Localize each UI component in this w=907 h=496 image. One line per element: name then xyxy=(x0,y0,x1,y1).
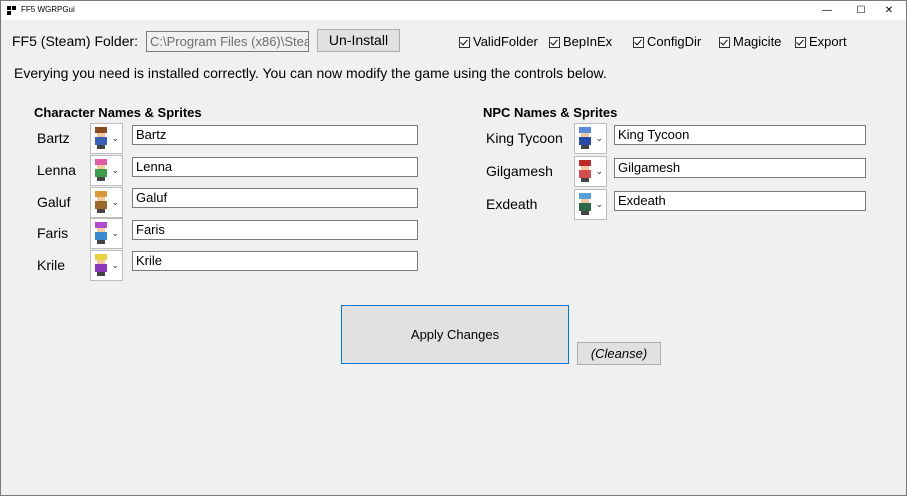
uninstall-button[interactable]: Un-Install xyxy=(317,29,400,52)
character-label-faris: Faris xyxy=(37,225,69,241)
export-label: Export xyxy=(809,34,847,49)
chevron-down-icon: ⌄ xyxy=(595,166,603,176)
main-window: FF5 WGRPGui — ☐ ✕ FF5 (Steam) Folder: C:… xyxy=(0,0,907,496)
sprite-select-exdeath[interactable]: ⌄ xyxy=(574,189,607,220)
checkbox-check-icon xyxy=(633,37,644,48)
valid-folder-label: ValidFolder xyxy=(473,34,538,49)
npc-section-header: NPC Names & Sprites xyxy=(483,105,618,120)
chevron-down-icon: ⌄ xyxy=(595,199,603,209)
character-label-galuf: Galuf xyxy=(37,194,71,210)
galuf-sprite-icon xyxy=(95,191,107,213)
window-title: FF5 WGRPGui xyxy=(21,5,75,14)
chevron-down-icon: ⌄ xyxy=(111,260,119,270)
magicite-label: Magicite xyxy=(733,34,782,49)
minimize-button[interactable]: — xyxy=(810,1,844,20)
close-button[interactable]: ✕ xyxy=(872,1,906,20)
checkbox-check-icon xyxy=(549,37,560,48)
folder-path-field[interactable]: C:\Program Files (x86)\Steam\steamapps\c… xyxy=(146,31,309,52)
sprite-select-gilgamesh[interactable]: ⌄ xyxy=(574,156,607,187)
npc-label-exdeath: Exdeath xyxy=(486,196,538,212)
sprite-select-galuf[interactable]: ⌄ xyxy=(90,187,123,218)
folder-label: FF5 (Steam) Folder: xyxy=(12,33,139,49)
chevron-down-icon: ⌄ xyxy=(595,133,603,143)
npc-name-input-gilgamesh[interactable]: Gilgamesh xyxy=(614,158,866,178)
character-name-input-bartz[interactable]: Bartz xyxy=(132,125,418,145)
king-tycoon-sprite-icon xyxy=(579,127,591,149)
character-label-krile: Krile xyxy=(37,257,66,273)
character-name-input-galuf[interactable]: Galuf xyxy=(132,188,418,208)
apply-changes-button[interactable]: Apply Changes xyxy=(341,305,569,364)
bepinex-label: BepInEx xyxy=(563,34,613,49)
title-bar[interactable]: FF5 WGRPGui — ☐ ✕ xyxy=(1,1,906,20)
character-label-bartz: Bartz xyxy=(37,130,70,146)
npc-label-gilgamesh: Gilgamesh xyxy=(486,163,553,179)
faris-sprite-icon xyxy=(95,222,107,244)
sprite-select-king-tycoon[interactable]: ⌄ xyxy=(574,123,607,154)
status-message: Everying you need is installed correctly… xyxy=(14,65,607,81)
checkbox-check-icon xyxy=(795,37,806,48)
chevron-down-icon: ⌄ xyxy=(111,133,119,143)
config-dir-label: ConfigDir xyxy=(647,34,702,49)
character-label-lenna: Lenna xyxy=(37,162,76,178)
npc-name-input-exdeath[interactable]: Exdeath xyxy=(614,191,866,211)
chevron-down-icon: ⌄ xyxy=(111,228,119,238)
checkbox-check-icon xyxy=(459,37,470,48)
cleanse-button[interactable]: (Cleanse) xyxy=(577,342,661,365)
sprite-select-lenna[interactable]: ⌄ xyxy=(90,155,123,186)
exdeath-sprite-icon xyxy=(579,193,591,215)
chevron-down-icon: ⌄ xyxy=(111,165,119,175)
character-name-input-krile[interactable]: Krile xyxy=(132,251,418,271)
character-name-input-lenna[interactable]: Lenna xyxy=(132,157,418,177)
lenna-sprite-icon xyxy=(95,159,107,181)
checkbox-check-icon xyxy=(719,37,730,48)
app-icon xyxy=(7,6,16,15)
krile-sprite-icon xyxy=(95,254,107,276)
character-section-header: Character Names & Sprites xyxy=(34,105,202,120)
npc-label-king-tycoon: King Tycoon xyxy=(486,130,563,146)
sprite-select-krile[interactable]: ⌄ xyxy=(90,250,123,281)
npc-name-input-king-tycoon[interactable]: King Tycoon xyxy=(614,125,866,145)
sprite-select-bartz[interactable]: ⌄ xyxy=(90,123,123,154)
character-name-input-faris[interactable]: Faris xyxy=(132,220,418,240)
sprite-select-faris[interactable]: ⌄ xyxy=(90,218,123,249)
chevron-down-icon: ⌄ xyxy=(111,197,119,207)
gilgamesh-sprite-icon xyxy=(579,160,591,182)
bartz-sprite-icon xyxy=(95,127,107,149)
